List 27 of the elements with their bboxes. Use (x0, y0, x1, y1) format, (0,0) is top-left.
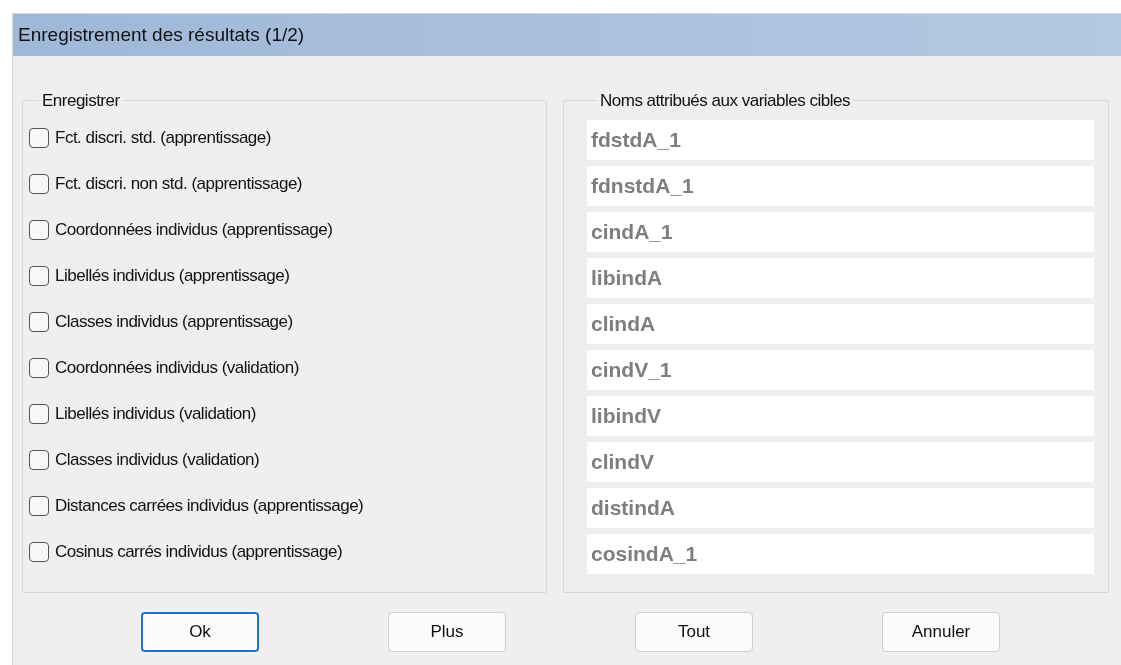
checkbox[interactable] (29, 495, 49, 516)
checkbox[interactable] (29, 357, 49, 378)
group-title: Noms attribués aux variables cibles (599, 90, 851, 112)
window-title: Enregistrement des résultats (1/2) (13, 14, 1121, 56)
dialog-button[interactable]: Ok (141, 612, 259, 652)
checkbox-option[interactable]: Libellés individus (apprentissage) (29, 263, 536, 288)
checkbox-option[interactable]: Classes individus (apprentissage) (29, 309, 536, 334)
checkbox-option[interactable]: Classes individus (validation) (29, 447, 536, 472)
dialog-button[interactable]: Plus (388, 612, 506, 652)
checkbox[interactable] (29, 265, 49, 286)
checkbox-option[interactable]: Fct. discri. non std. (apprentissage) (29, 171, 536, 196)
checkbox[interactable] (29, 173, 49, 194)
checkbox-option[interactable]: Fct. discri. std. (apprentissage) (29, 125, 536, 150)
dialog-button[interactable]: Annuler (882, 612, 1000, 652)
checkbox-option[interactable]: Cosinus carrés individus (apprentissage) (29, 539, 536, 564)
checkbox-option[interactable]: Distances carrées individus (apprentissage) (29, 493, 536, 518)
checkbox[interactable] (29, 403, 49, 424)
checkbox[interactable] (29, 219, 49, 240)
checkbox[interactable] (29, 311, 49, 332)
checkbox-option[interactable]: Coordonnées individus (validation) (29, 355, 536, 380)
checkbox-option[interactable]: Libellés individus (validation) (29, 401, 536, 426)
checkbox[interactable] (29, 127, 49, 148)
checkbox-option[interactable]: Coordonnées individus (apprentissage) (29, 217, 536, 242)
group-title: Enregistrer (41, 90, 121, 112)
dialog-button[interactable]: Tout (635, 612, 753, 652)
checkbox[interactable] (29, 541, 49, 562)
checkbox[interactable] (29, 449, 49, 470)
